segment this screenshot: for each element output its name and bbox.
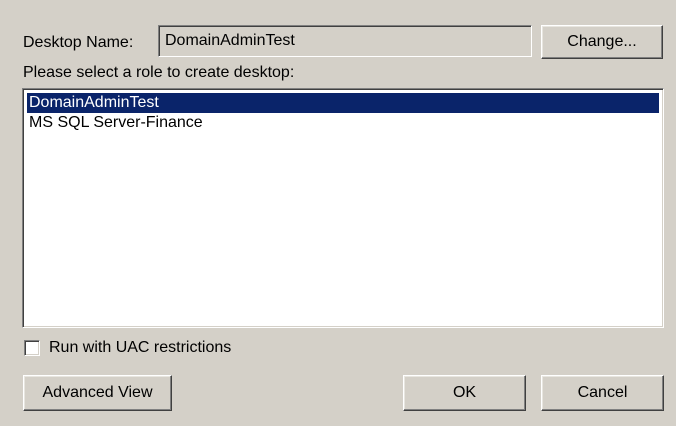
change-button-label: Change... (567, 33, 637, 50)
advanced-view-button-label: Advanced View (42, 384, 153, 401)
desktop-name-value: DomainAdminTest (165, 32, 295, 49)
ok-button[interactable]: OK (403, 375, 526, 411)
uac-checkbox-label[interactable]: Run with UAC restrictions (49, 338, 231, 358)
advanced-view-button[interactable]: Advanced View (23, 375, 172, 411)
cancel-button-label: Cancel (577, 384, 628, 401)
role-list-item[interactable]: MS SQL Server-Finance (27, 113, 659, 133)
role-item-label: MS SQL Server-Finance (29, 114, 203, 131)
role-list-item[interactable]: DomainAdminTest (27, 93, 659, 113)
create-desktop-dialog: Desktop Name: DomainAdminTest Change... … (0, 0, 676, 426)
uac-checkbox[interactable] (24, 340, 40, 356)
role-prompt-label: Please select a role to create desktop: (23, 64, 295, 81)
desktop-name-field: DomainAdminTest (158, 25, 532, 57)
desktop-name-label: Desktop Name: (23, 34, 134, 51)
role-listbox[interactable]: DomainAdminTest MS SQL Server-Finance (22, 88, 664, 328)
change-button[interactable]: Change... (541, 25, 663, 59)
ok-button-label: OK (452, 384, 477, 401)
role-item-label: DomainAdminTest (29, 94, 159, 111)
cancel-button[interactable]: Cancel (541, 375, 664, 411)
